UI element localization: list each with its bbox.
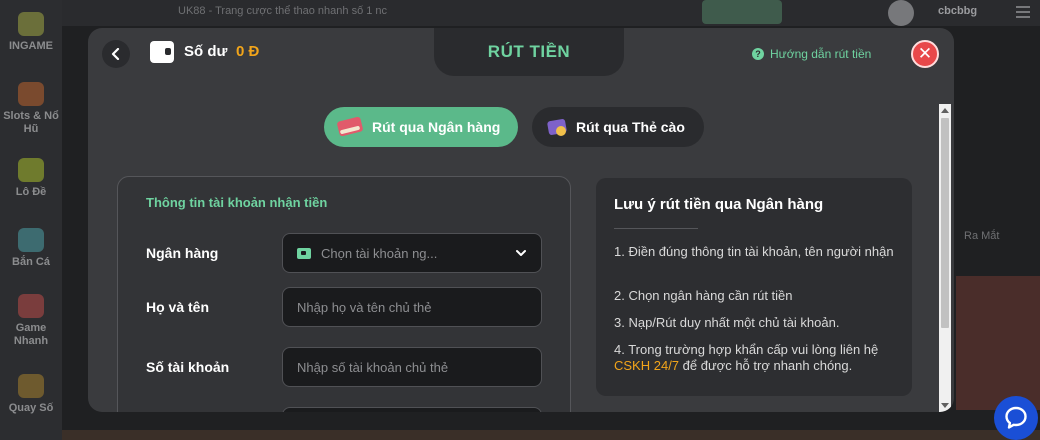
notes-panel: Lưu ý rút tiền qua Ngân hàng 1. Điền đún… <box>596 178 912 396</box>
notes-title: Lưu ý rút tiền qua Ngân hàng <box>614 196 824 213</box>
bank-book-icon <box>338 117 364 137</box>
sidebar-item-label: Slots & Nổ Hũ <box>3 110 59 135</box>
ingame-icon <box>18 12 44 36</box>
balance-label: Số dư <box>184 43 228 60</box>
withdraw-guide-link[interactable]: ? Hướng dẫn rút tiền <box>752 47 871 61</box>
sidebar-item-label: Lô Đề <box>15 186 47 198</box>
lottery-icon <box>18 374 44 398</box>
sidebar-item-label: Quay Số <box>8 402 54 414</box>
help-icon: ? <box>752 48 764 60</box>
background-avatar[interactable] <box>888 0 914 26</box>
background-topbar-title: UK88 - Trang cược thể thao nhanh số 1 nc <box>178 5 388 17</box>
account-number-field[interactable] <box>282 347 542 387</box>
background-new-label: Ra Mắt <box>964 230 1000 242</box>
sidebar-item-label: INGAME <box>9 40 53 52</box>
withdraw-modal: Số dư 0 Đ RÚT TIỀN ? Hướng dẫn rút tiền … <box>88 28 954 412</box>
note-item: 1. Điền đúng thông tin tài khoản, tên ng… <box>614 244 894 259</box>
modal-scrollbar[interactable] <box>939 104 951 412</box>
sidebar-item-quay-so[interactable]: Quay Số <box>0 374 62 415</box>
close-icon: ✕ <box>917 44 933 63</box>
tab-withdraw-bank-label: Rút qua Ngân hàng <box>372 119 501 135</box>
chat-icon <box>1005 406 1027 429</box>
next-field[interactable] <box>282 407 542 412</box>
chevron-left-icon <box>111 48 120 60</box>
account-number-label: Số tài khoản <box>146 359 230 375</box>
note-item: 3. Nạp/Rút duy nhất một chủ tài khoản. <box>614 315 840 330</box>
bank-label: Ngân hàng <box>146 245 219 261</box>
sidebar-item-label: Game Nhanh <box>13 322 49 347</box>
background-sidebar: INGAME Slots & Nổ Hũ Lô Đề Bắn Cá Game N… <box>0 0 62 440</box>
bank-card-icon <box>297 247 311 259</box>
tab-withdraw-bank[interactable]: Rút qua Ngân hàng <box>324 107 518 147</box>
account-form: Thông tin tài khoản nhận tiền Ngân hàng … <box>117 176 571 412</box>
back-button[interactable] <box>102 40 130 68</box>
sidebar-item-label: Bắn Cá <box>12 256 50 268</box>
wallet-icon <box>150 41 174 63</box>
sidebar-item-lode[interactable]: Lô Đề <box>0 158 62 199</box>
background-game-card[interactable] <box>956 276 1040 410</box>
guide-label: Hướng dẫn rút tiền <box>770 47 872 61</box>
form-heading: Thông tin tài khoản nhận tiền <box>146 195 328 210</box>
chevron-down-icon <box>516 250 526 256</box>
sidebar-item-ingame[interactable]: INGAME <box>0 12 62 53</box>
modal-title: RÚT TIỀN <box>487 42 571 61</box>
lode-icon <box>18 158 44 182</box>
fullname-input[interactable] <box>297 299 527 315</box>
note-text: 4. Trong trường hợp khẩn cấp vui lòng li… <box>614 342 879 357</box>
scroll-down-icon[interactable] <box>941 403 949 408</box>
balance-value: 0 Đ <box>236 43 260 60</box>
background-menu-icon[interactable] <box>1016 6 1030 18</box>
sidebar-item-slots[interactable]: Slots & Nổ Hũ <box>0 82 62 136</box>
note-item: 2. Chọn ngân hàng cần rút tiền <box>614 288 793 303</box>
tab-withdraw-card-label: Rút qua Thẻ cào <box>576 119 685 135</box>
background-username: cbcbbg <box>938 5 978 17</box>
game-icon <box>18 294 44 318</box>
sidebar-item-banca[interactable]: Bắn Cá <box>0 228 62 269</box>
scroll-up-icon[interactable] <box>941 108 949 113</box>
fullname-field[interactable] <box>282 287 542 327</box>
sidebar-item-game-nhanh[interactable]: Game Nhanh <box>0 294 62 348</box>
account-number-input[interactable] <box>297 359 527 375</box>
bank-select-placeholder: Chọn tài khoản ng... <box>321 245 438 261</box>
close-button[interactable]: ✕ <box>911 40 939 68</box>
note-text: để được hỗ trợ nhanh chóng. <box>682 358 853 373</box>
support-link[interactable]: CSKH 24/7 <box>614 358 679 373</box>
fish-icon <box>18 228 44 252</box>
live-chat-button[interactable] <box>994 396 1038 440</box>
background-bottom-strip <box>62 430 1040 440</box>
notes-divider <box>614 228 698 229</box>
scrollbar-thumb[interactable] <box>941 118 949 328</box>
bank-select[interactable]: Chọn tài khoản ng... <box>282 233 542 273</box>
note-item-support: 4. Trong trường hợp khẩn cấp vui lòng li… <box>614 342 904 374</box>
tab-withdraw-card[interactable]: Rút qua Thẻ cào <box>532 107 704 147</box>
background-deposit-button[interactable] <box>702 0 782 24</box>
background-topbar <box>0 0 1040 26</box>
slots-icon <box>18 82 44 106</box>
scratch-card-icon <box>546 116 568 138</box>
fullname-label: Họ và tên <box>146 299 210 315</box>
